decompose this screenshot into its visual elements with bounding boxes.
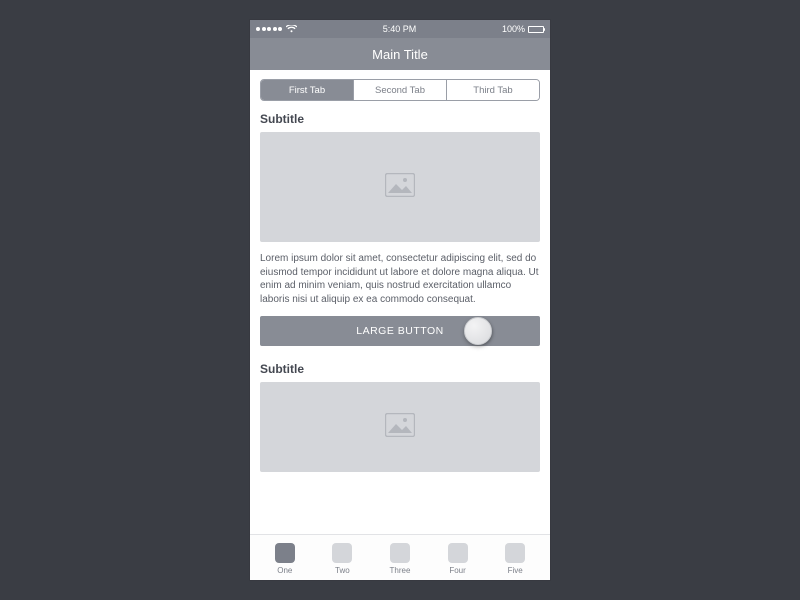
page-title: Main Title (372, 47, 428, 62)
image-icon (385, 413, 415, 442)
large-button-label: LARGE BUTTON (356, 325, 444, 337)
bottom-tab-bar: One Two Three Four Five (250, 534, 550, 580)
segmented-control: First Tab Second Tab Third Tab (260, 79, 540, 101)
section-2: Subtitle (260, 362, 540, 472)
nav-bar: Main Title (250, 38, 550, 70)
battery-icon (528, 26, 544, 33)
tab-label: One (277, 566, 292, 575)
bottom-tab-five[interactable]: Five (486, 543, 544, 575)
tab-icon (448, 543, 468, 563)
tab-second[interactable]: Second Tab (354, 80, 447, 100)
status-right: 100% (502, 24, 544, 34)
bottom-tab-one[interactable]: One (256, 543, 314, 575)
tab-label: Two (335, 566, 350, 575)
tab-label: First Tab (289, 85, 325, 96)
tab-label: Three (390, 566, 411, 575)
large-button[interactable]: LARGE BUTTON (260, 316, 540, 346)
tab-label: Five (508, 566, 523, 575)
wifi-icon (286, 25, 297, 33)
content-scroll[interactable]: Subtitle Lorem ipsum dolor sit amet, con… (250, 110, 550, 534)
tab-label: Four (449, 566, 465, 575)
image-icon (385, 173, 415, 202)
phone-frame: 5:40 PM 100% Main Title First Tab Second… (250, 20, 550, 580)
tab-icon (505, 543, 525, 563)
tab-icon (275, 543, 295, 563)
bottom-tab-four[interactable]: Four (429, 543, 487, 575)
touch-cursor-icon (464, 317, 492, 345)
tab-icon (332, 543, 352, 563)
tab-label: Third Tab (473, 85, 512, 96)
bottom-tab-two[interactable]: Two (314, 543, 372, 575)
tab-first[interactable]: First Tab (261, 80, 354, 100)
section-subtitle: Subtitle (260, 112, 540, 126)
section-body: Lorem ipsum dolor sit amet, consectetur … (260, 252, 540, 306)
section-1: Subtitle Lorem ipsum dolor sit amet, con… (260, 112, 540, 306)
image-placeholder (260, 132, 540, 242)
tab-label: Second Tab (375, 85, 425, 96)
image-placeholder (260, 382, 540, 472)
status-time: 5:40 PM (383, 24, 417, 34)
tab-third[interactable]: Third Tab (447, 80, 539, 100)
signal-dots-icon (256, 27, 282, 31)
tab-icon (390, 543, 410, 563)
section-subtitle: Subtitle (260, 362, 540, 376)
status-bar: 5:40 PM 100% (250, 20, 550, 38)
segmented-control-wrap: First Tab Second Tab Third Tab (250, 70, 550, 110)
battery-percent: 100% (502, 24, 525, 34)
bottom-tab-three[interactable]: Three (371, 543, 429, 575)
status-left (256, 25, 297, 33)
